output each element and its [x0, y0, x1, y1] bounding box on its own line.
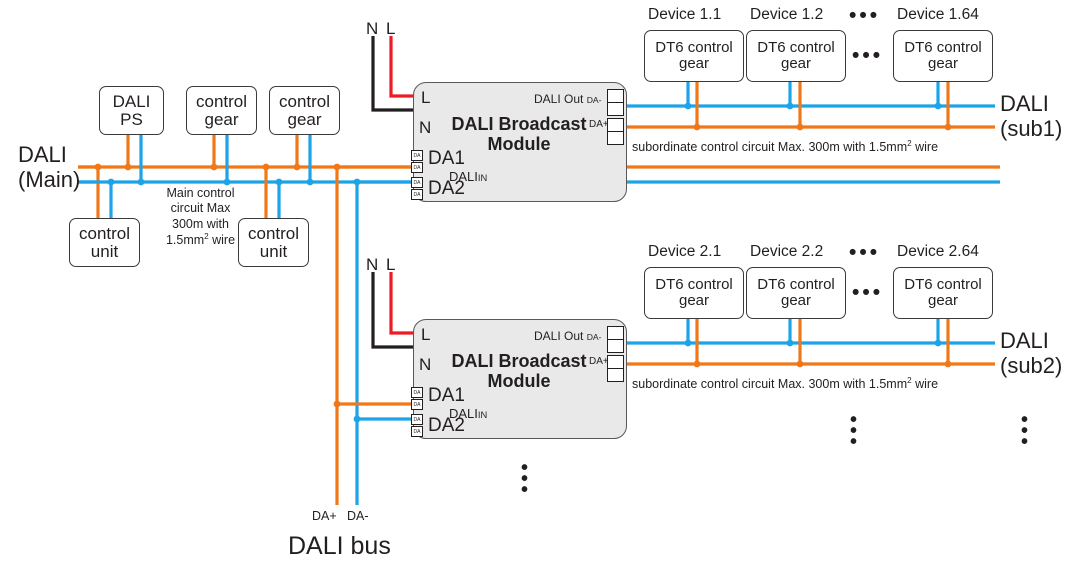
- device-box-control-gear-2[interactable]: control gear: [269, 86, 340, 135]
- module1-out-da-plus-label: DA+: [589, 119, 609, 130]
- device-row-1-ellipsis-top: •••: [849, 4, 881, 27]
- module1-dali-in-label: DALIIN: [449, 169, 488, 184]
- module1-neutral-wire: [371, 36, 413, 112]
- dt6-control-gear-2-2[interactable]: DT6 control gear: [746, 267, 846, 319]
- dt6-control-gear-1-1[interactable]: DT6 control gear: [644, 30, 744, 82]
- module1-out-terminal-4[interactable]: [607, 131, 624, 145]
- device-box-control-unit-2[interactable]: control unit: [238, 218, 309, 267]
- gear-row-2-ellipsis: •••: [852, 281, 884, 304]
- gear-row-1-ellipsis: •••: [852, 44, 884, 67]
- device-box-control-unit-1[interactable]: control unit: [69, 218, 140, 267]
- device-box-control-gear-1[interactable]: control gear: [186, 86, 257, 135]
- module1-out-terminal-2[interactable]: [607, 102, 624, 116]
- sub-bus-column-ellipsis-right: • • •: [1021, 409, 1029, 453]
- module1-terminal-da1-a[interactable]: DA: [411, 150, 423, 161]
- device-label-2-2: Device 2.2: [750, 243, 824, 260]
- module1-terminal-da1-b[interactable]: DA: [411, 162, 423, 173]
- module1-dali-out-label: DALI Out DA-: [534, 92, 602, 106]
- dali-bus-title: DALI bus: [288, 532, 391, 560]
- module2-dali-out-label: DALI Out DA-: [534, 329, 602, 343]
- device-label-2-1: Device 2.1: [648, 243, 722, 260]
- device-label-1-2: Device 1.2: [750, 6, 824, 23]
- module2-out-terminal-3[interactable]: [607, 355, 624, 369]
- sub1-circuit-note: subordinate control circuit Max. 300m wi…: [632, 139, 939, 155]
- module2-out-terminal-4[interactable]: [607, 368, 624, 382]
- device-label-1-1: Device 1.1: [648, 6, 722, 23]
- main-bus-label-line1: DALI: [18, 142, 67, 167]
- dt6-control-gear-2-1[interactable]: DT6 control gear: [644, 267, 744, 319]
- module2-out-terminal-2[interactable]: [607, 339, 624, 353]
- main-bus-label: DALI (Main): [18, 142, 81, 192]
- module2-mains-n-label: N: [366, 255, 379, 274]
- dali-bus-da-minus-label: DA-: [347, 509, 369, 523]
- module2-label-da1: DA1: [428, 385, 465, 406]
- module1-pin-n: N: [419, 118, 432, 137]
- sub2-bus-label: DALI (sub2): [1000, 328, 1063, 378]
- module1-terminal-da2-a[interactable]: DA: [411, 177, 423, 188]
- module1-mains-l-label: L: [386, 19, 396, 38]
- device-label-1-64: Device 1.64: [897, 6, 979, 23]
- module2-live-wire: [389, 272, 413, 335]
- module1-live-wire: [389, 36, 413, 98]
- module1-pin-l: L: [421, 88, 431, 107]
- sub-bus-column-ellipsis-left: • • •: [850, 409, 858, 453]
- module2-terminal-da2-a[interactable]: DA: [411, 414, 423, 425]
- module1-out-terminal-3[interactable]: [607, 118, 624, 132]
- module1-out-terminal-1[interactable]: [607, 89, 624, 103]
- module2-neutral-wire: [371, 272, 413, 349]
- module2-pin-n: N: [419, 355, 432, 374]
- module1-terminal-da2-b[interactable]: DA: [411, 189, 423, 200]
- sub2-circuit-note: subordinate control circuit Max. 300m wi…: [632, 376, 939, 392]
- module2-terminal-da2-b[interactable]: DA: [411, 426, 423, 437]
- module2-dali-in-label: DALIIN: [449, 406, 488, 421]
- module1-mains-n-label: N: [366, 19, 379, 38]
- module1-label-da1: DA1: [428, 148, 465, 169]
- device-row-2-ellipsis-top: •••: [849, 241, 881, 264]
- module2-out-terminal-1[interactable]: [607, 326, 624, 340]
- module2-terminal-da1-b[interactable]: DA: [411, 399, 423, 410]
- device-label-2-64: Device 2.64: [897, 243, 979, 260]
- dt6-control-gear-1-2[interactable]: DT6 control gear: [746, 30, 846, 82]
- dt6-control-gear-2-64[interactable]: DT6 control gear: [893, 267, 993, 319]
- module2-mains-l-label: L: [386, 255, 396, 274]
- module2-pin-l: L: [421, 325, 431, 344]
- dali-bus-da-plus-label: DA+: [312, 509, 337, 523]
- module2-terminal-da1-a[interactable]: DA: [411, 387, 423, 398]
- diagram-canvas: .o{stroke:#F07818;stroke-width:3.2;fill:…: [0, 0, 1078, 570]
- sub1-bus-label: DALI (sub1): [1000, 91, 1063, 141]
- dt6-control-gear-1-64[interactable]: DT6 control gear: [893, 30, 993, 82]
- device-box-dali-ps[interactable]: DALI PS: [99, 86, 164, 135]
- main-bus-label-line2: (Main): [18, 166, 81, 192]
- module2-out-da-plus-label: DA+: [589, 356, 609, 367]
- module-column-ellipsis: • • •: [521, 457, 529, 501]
